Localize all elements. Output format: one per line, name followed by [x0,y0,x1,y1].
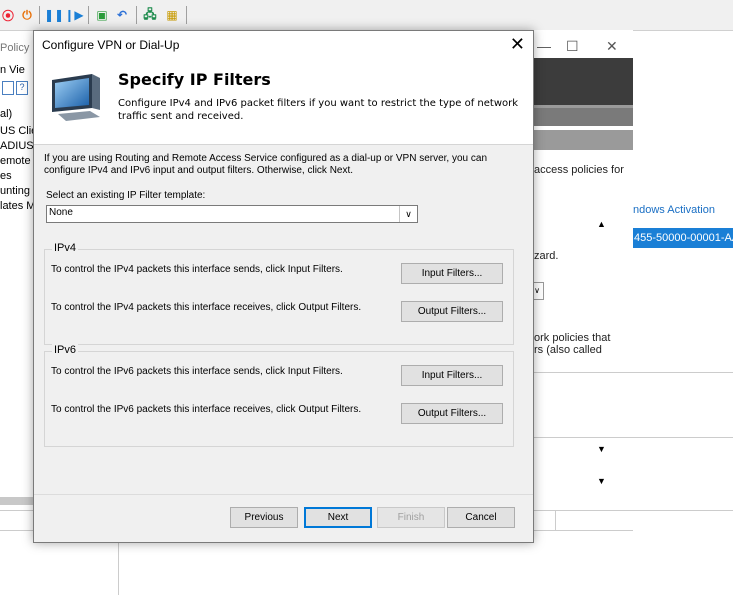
ipv6-output-filters-button[interactable]: Output Filters... [401,403,503,424]
configure-vpn-dialog: Configure VPN or Dial-Up ✕ Specify IP Fi… [33,30,534,543]
chevron-up-icon[interactable]: ▲ [597,219,606,229]
console-header-dark [532,58,633,105]
previous-button[interactable]: Previous [230,507,298,528]
page-description: Configure IPv4 and IPv6 packet filters i… [118,98,519,122]
horizontal-scrollbar[interactable] [0,497,36,505]
page-heading: Specify IP Filters [118,70,271,89]
ipv6-legend: IPv6 [52,344,79,356]
footer-divider [34,494,533,495]
console-section-bar [532,108,633,126]
background-text: zard. [534,250,559,262]
menu-view[interactable]: n Vie [0,64,25,76]
shutdown-icon[interactable]: ⏻ [19,7,35,23]
ipv4-group: IPv4 To control the IPv4 packets this in… [44,242,514,345]
console-section-bar [532,130,633,150]
network-icon[interactable]: 🖧 [142,7,158,23]
template-selected-value: None [49,207,73,218]
ipv4-output-filters-button[interactable]: Output Filters... [401,301,503,322]
ipv4-output-text: To control the IPv4 packets this interfa… [51,302,362,313]
ipv4-legend: IPv4 [52,242,79,254]
vm-toolbar: ⦿ ⏻ ❚❚ ❙▶ ▣ ↶ 🖧 ▦ [0,0,733,31]
chevron-down-icon[interactable]: ▼ [597,476,606,486]
template-label: Select an existing IP Filter template: [46,190,206,201]
pause-icon[interactable]: ❚❚ [44,7,64,23]
divider [532,437,733,438]
snapshot-icon[interactable]: ▣ [94,7,110,23]
background-text: rs (also called [534,344,602,356]
toolbar-separator [136,6,137,24]
ipv6-group: IPv6 To control the IPv6 packets this in… [44,344,514,447]
ipv6-input-filters-button[interactable]: Input Filters... [401,365,503,386]
windows-activation-link[interactable]: ndows Activation [633,204,715,216]
tree-item[interactable]: lates M [0,200,35,212]
console-toolbar-icon[interactable] [2,81,14,95]
wizard-header: Specify IP Filters Configure IPv4 and IP… [34,60,533,145]
tree-item[interactable]: es [0,170,12,182]
finish-button[interactable]: Finish [377,507,445,528]
chevron-down-icon[interactable]: ∨ [399,206,417,222]
ip-filter-template-select[interactable]: None ∨ [46,205,418,223]
dialog-titlebar[interactable]: Configure VPN or Dial-Up ✕ [34,31,533,60]
background-text: ork policies that [534,332,611,344]
network-monitor-icon [52,74,100,121]
tree-item[interactable]: Policy [0,42,29,54]
ipv4-input-text: To control the IPv4 packets this interfa… [51,264,343,275]
intro-text: If you are using Routing and Remote Acce… [44,153,488,176]
divider [532,372,733,373]
revert-icon[interactable]: ↶ [114,7,130,23]
maximize-icon[interactable]: ☐ [566,38,579,55]
reset-icon[interactable]: ⦿ [0,7,16,23]
console-tree-pane: Policy n Vie al) US Clier ADIUS C emote … [0,42,45,510]
background-panel [633,60,733,105]
toolbar-separator [88,6,89,24]
tree-item[interactable]: unting [0,185,30,197]
cancel-button[interactable]: Cancel [447,507,515,528]
toolbar-separator [186,6,187,24]
ipv4-input-filters-button[interactable]: Input Filters... [401,263,503,284]
tree-item[interactable]: al) [0,108,12,120]
help-icon[interactable]: ? [16,81,28,95]
minimize-icon[interactable]: — [537,38,551,54]
play-icon[interactable]: ❙▶ [64,7,83,23]
console-toolbar: ? [0,80,34,96]
product-id-text: 455-50000-00001-AA [634,232,733,244]
ipv6-output-text: To control the IPv6 packets this interfa… [51,404,362,415]
background-text: access policies for [534,164,624,176]
chevron-down-icon[interactable]: ▼ [597,444,606,454]
ipv6-input-text: To control the IPv6 packets this interfa… [51,366,343,377]
close-icon[interactable]: ✕ [510,34,525,55]
manager-icon[interactable]: ▦ [164,7,180,23]
close-icon[interactable]: ✕ [606,38,618,55]
toolbar-separator [39,6,40,24]
next-button[interactable]: Next [304,507,372,528]
dialog-title: Configure VPN or Dial-Up [42,38,180,52]
